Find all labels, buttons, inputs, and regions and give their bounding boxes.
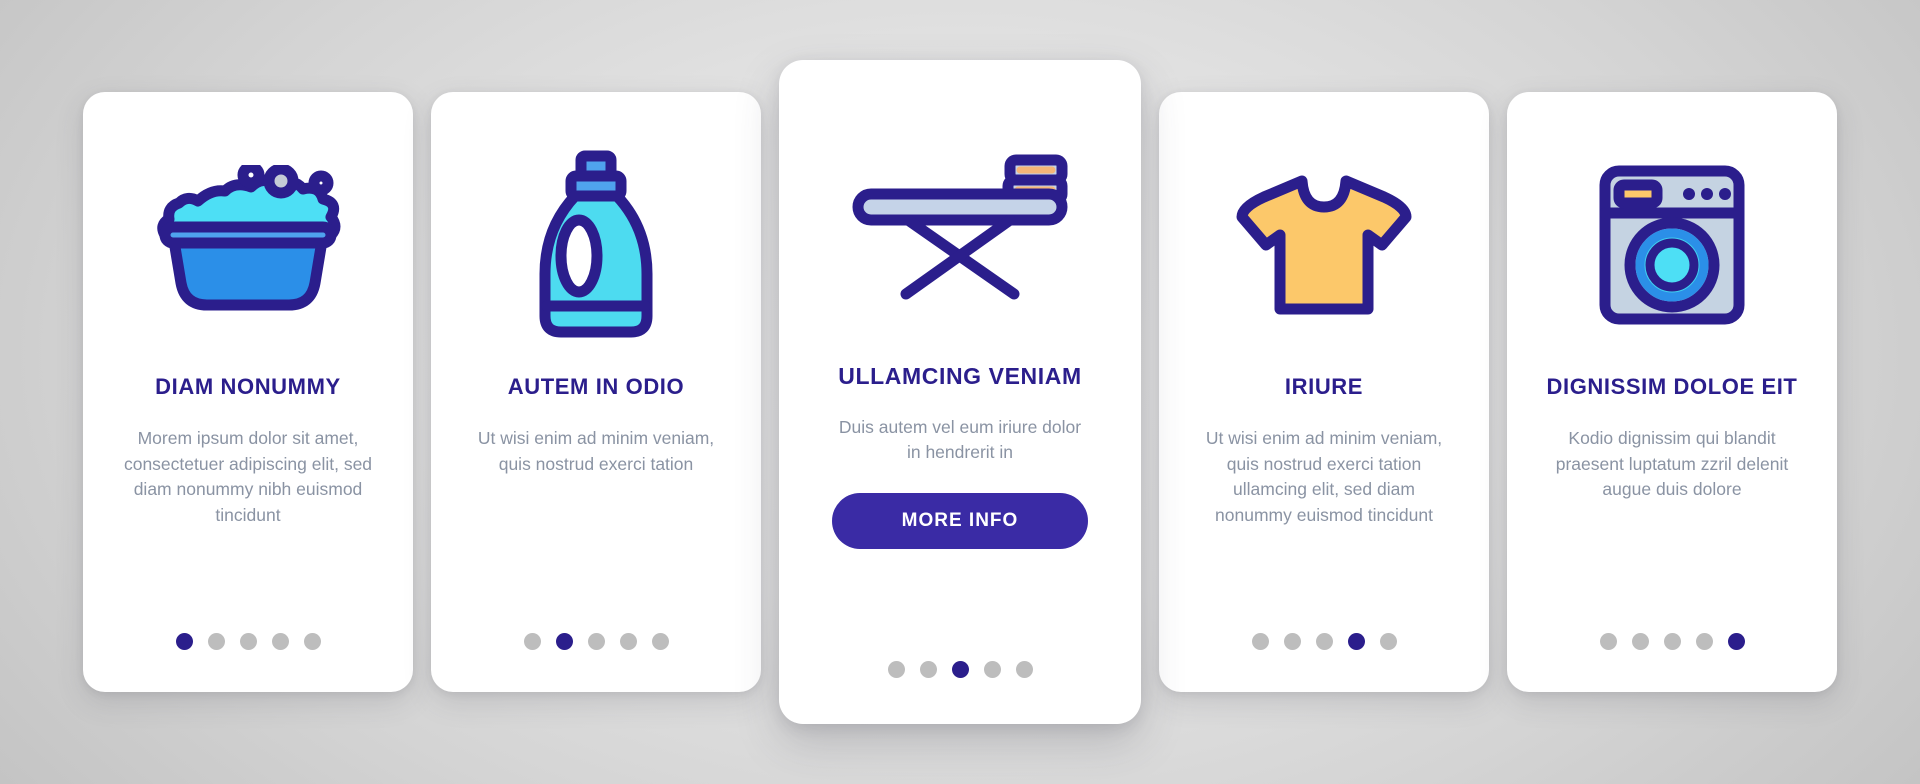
pagination-dot[interactable] (1315, 633, 1333, 650)
card-title: DIGNISSIM DOLOE EIT (1546, 374, 1798, 399)
pagination-dot[interactable] (1663, 633, 1681, 650)
pagination-dots (1507, 633, 1837, 650)
pagination-dot[interactable] (1631, 633, 1649, 650)
onboarding-card: AUTEM IN ODIO Ut wisi enim ad minim venia… (431, 92, 761, 692)
pagination-dot[interactable] (1599, 633, 1617, 650)
pagination-dot[interactable] (1695, 633, 1713, 650)
card-title: DIAM NONUMMY (155, 374, 341, 399)
pagination-dot[interactable] (983, 661, 1001, 678)
pagination-dot[interactable] (239, 633, 257, 650)
card-title: ULLAMCING VENIAM (838, 363, 1082, 389)
pagination-dot-active[interactable] (951, 661, 969, 678)
pagination-dot-active[interactable] (175, 633, 193, 650)
pagination-dot[interactable] (651, 633, 669, 650)
pagination-dot[interactable] (919, 661, 937, 678)
pagination-dot[interactable] (887, 661, 905, 678)
pagination-dot-active[interactable] (1727, 633, 1745, 650)
washing-machine-icon (1599, 165, 1745, 325)
pagination-dot[interactable] (523, 633, 541, 650)
onboarding-card: DIAM NONUMMY Morem ipsum dolor sit amet, … (83, 92, 413, 692)
onboarding-card: IRIURE Ut wisi enim ad minim veniam, quis… (1159, 92, 1489, 692)
tshirt-icon (1236, 175, 1412, 314)
pagination-dots (1159, 633, 1489, 650)
card-body-text: Morem ipsum dolor sit amet, consectetuer… (123, 428, 373, 525)
pagination-dots (779, 661, 1141, 678)
pagination-dot[interactable] (619, 633, 637, 650)
pagination-dot[interactable] (1251, 633, 1269, 650)
ironing-board-icon (852, 154, 1068, 299)
onboarding-cards-row: DIAM NONUMMY Morem ipsum dolor sit amet, … (0, 0, 1920, 784)
more-info-button[interactable]: MORE INFO (832, 493, 1088, 550)
wash-basin-foam-icon (157, 165, 341, 311)
pagination-dots (431, 633, 761, 650)
ironing-board-icon-container (801, 94, 1119, 359)
pagination-dot-active[interactable] (555, 633, 573, 650)
pagination-dot[interactable] (1015, 661, 1033, 678)
card-title: AUTEM IN ODIO (507, 374, 685, 399)
onboarding-card: DIGNISSIM DOLOE EIT Kodio dignissim qui b… (1507, 92, 1837, 692)
tshirt-icon-container (1179, 120, 1469, 370)
pagination-dot[interactable] (587, 633, 605, 650)
detergent-bottle-icon-container (451, 120, 741, 370)
wash-basin-foam-icon-container (103, 120, 393, 370)
pagination-dots (83, 633, 413, 650)
card-title: IRIURE (1284, 374, 1364, 399)
pagination-dot[interactable] (1379, 633, 1397, 650)
card-body-text: Kodio dignissim qui blandit praesent lup… (1555, 428, 1789, 500)
pagination-dot[interactable] (303, 633, 321, 650)
washing-machine-icon-container (1527, 120, 1817, 370)
pagination-dot[interactable] (207, 633, 225, 650)
onboarding-card: ULLAMCING VENIAM Duis autem vel eum iriur… (779, 60, 1141, 724)
card-body-text: Duis autem vel eum iriure dolor in hendr… (838, 416, 1082, 462)
pagination-dot[interactable] (271, 633, 289, 650)
pagination-dot[interactable] (1283, 633, 1301, 650)
detergent-bottle-icon (539, 150, 653, 338)
pagination-dot-active[interactable] (1347, 633, 1365, 650)
card-body-text: Ut wisi enim ad minim veniam, quis nostr… (477, 428, 715, 474)
card-body-text: Ut wisi enim ad minim veniam, quis nostr… (1205, 428, 1443, 525)
